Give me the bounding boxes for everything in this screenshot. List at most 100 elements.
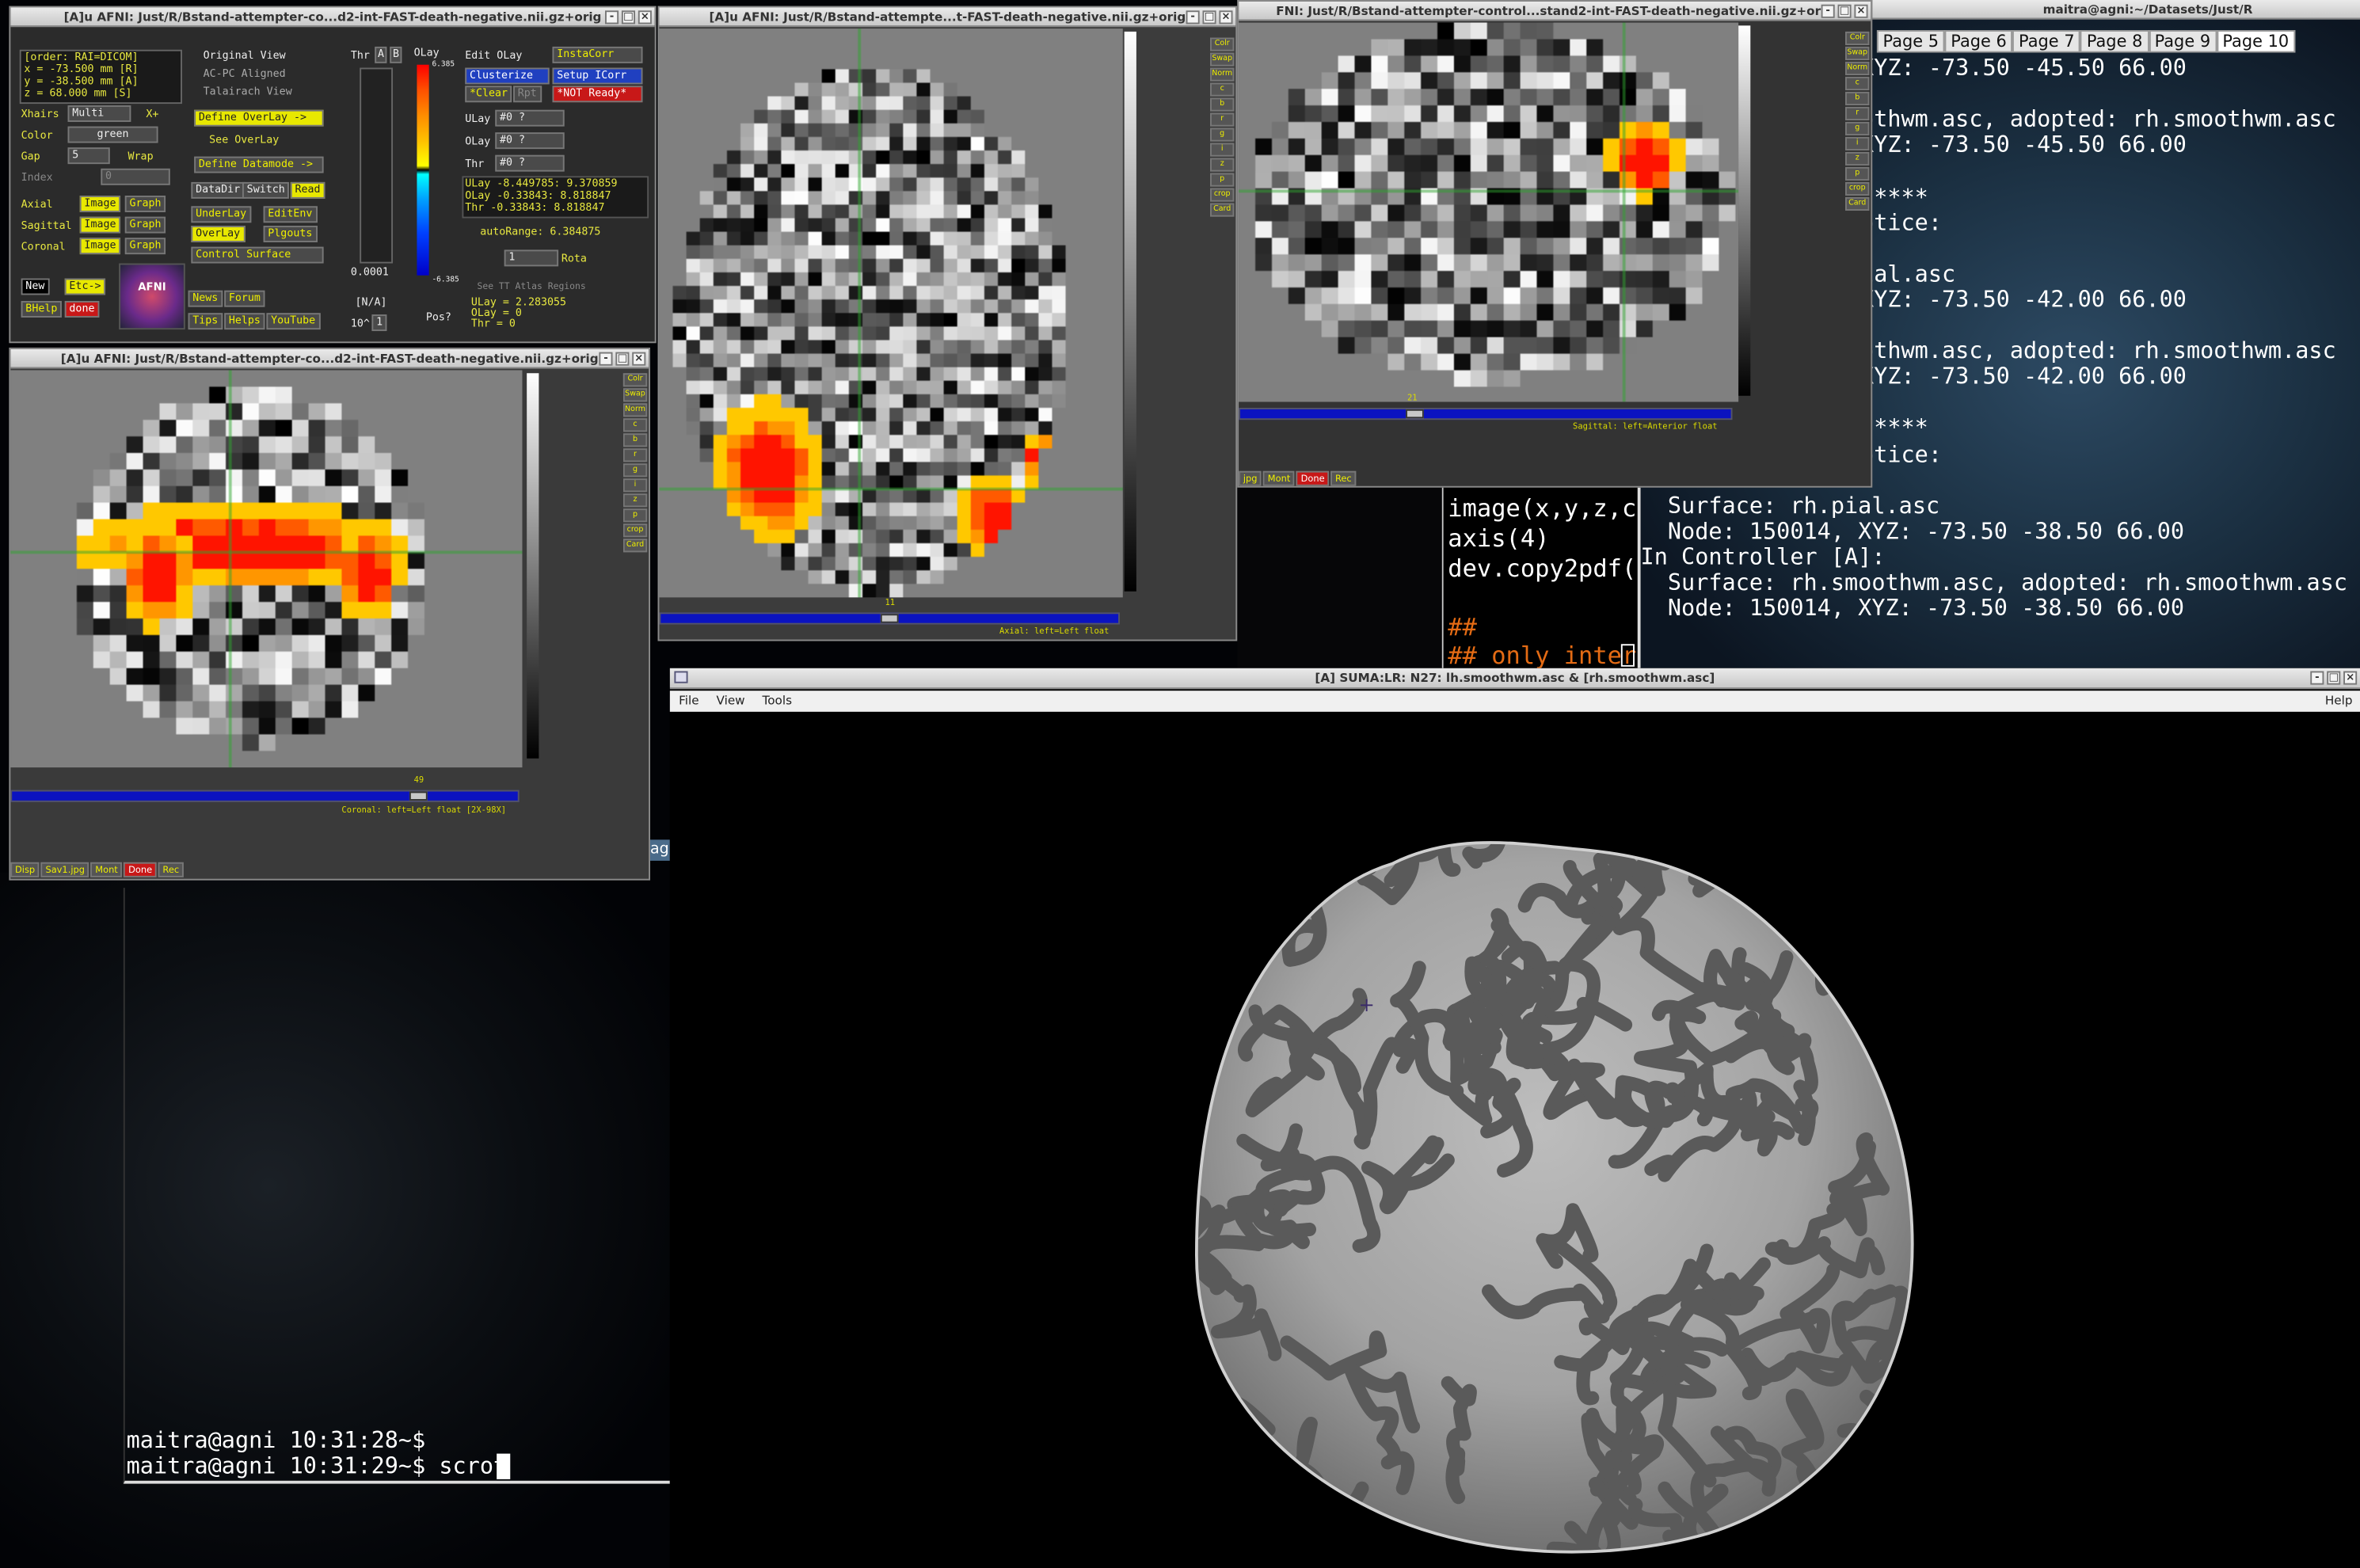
- xhairs-select[interactable]: Multi: [67, 105, 131, 122]
- view-original[interactable]: Original View: [204, 50, 286, 62]
- done-button[interactable]: done: [64, 301, 100, 318]
- youtube-button[interactable]: YouTube: [266, 313, 320, 330]
- pos-toggle[interactable]: Pos?: [426, 311, 451, 323]
- tab-page-5[interactable]: Page 5: [1876, 30, 1945, 53]
- ten-one-field[interactable]: 1: [504, 249, 559, 267]
- side-button[interactable]: Colr: [1845, 31, 1870, 46]
- montage-button[interactable]: Mont: [90, 862, 123, 877]
- menu-tools[interactable]: Tools: [763, 694, 792, 707]
- record-button[interactable]: Rec: [1330, 470, 1357, 486]
- save-jpg-button[interactable]: Sav1.jpg: [40, 862, 89, 877]
- xplus-toggle[interactable]: X+: [146, 108, 158, 120]
- side-button[interactable]: Norm: [1845, 61, 1870, 76]
- side-button[interactable]: Norm: [622, 403, 648, 417]
- forum-button[interactable]: Forum: [224, 290, 265, 307]
- side-button[interactable]: g: [622, 463, 648, 478]
- side-button[interactable]: p: [1210, 173, 1235, 187]
- overlay-colorbar[interactable]: [417, 64, 429, 276]
- side-button[interactable]: z: [1845, 151, 1870, 166]
- side-button[interactable]: p: [1845, 166, 1870, 181]
- maximize-icon[interactable]: □: [1837, 4, 1852, 18]
- brain-surface-render[interactable]: [670, 714, 2360, 1568]
- minimize-icon[interactable]: -: [605, 10, 619, 25]
- side-button[interactable]: Card: [1210, 203, 1235, 217]
- datadir-button[interactable]: DataDir: [191, 181, 245, 199]
- done-button[interactable]: Done: [1296, 470, 1330, 486]
- exp-select[interactable]: 1: [371, 314, 387, 332]
- side-button[interactable]: i: [1845, 136, 1870, 151]
- side-button[interactable]: i: [622, 478, 648, 493]
- minimize-icon[interactable]: -: [2310, 671, 2324, 685]
- define-datamode-button[interactable]: Define Datamode ->: [194, 156, 324, 173]
- ulay-sel[interactable]: #0 ?: [495, 109, 565, 127]
- coronal-slider-thumb[interactable]: [409, 791, 428, 801]
- gap-select[interactable]: 5: [67, 147, 110, 165]
- thr-b-button[interactable]: B: [390, 46, 402, 63]
- threshold-slider[interactable]: [360, 67, 394, 264]
- news-button[interactable]: News: [188, 290, 223, 307]
- tab-page-7[interactable]: Page 7: [2012, 30, 2081, 53]
- side-button[interactable]: i: [1210, 143, 1235, 157]
- axial-image-button[interactable]: Image: [79, 196, 121, 212]
- minimize-icon[interactable]: -: [599, 352, 613, 366]
- coronal-slice-slider[interactable]: [10, 790, 520, 802]
- menu-file[interactable]: File: [679, 694, 698, 707]
- index-field[interactable]: 0: [101, 168, 170, 185]
- edit-olay-label[interactable]: Edit OLay: [465, 50, 522, 62]
- side-button[interactable]: c: [1845, 76, 1870, 91]
- thr-sel[interactable]: #0 ?: [495, 154, 565, 172]
- side-button[interactable]: Swap: [1845, 46, 1870, 61]
- side-button[interactable]: r: [1210, 112, 1235, 127]
- instacorr-button[interactable]: InstaCorr: [552, 46, 643, 63]
- axial-slider-thumb[interactable]: [880, 614, 899, 623]
- clusterize-button[interactable]: Clusterize: [465, 67, 550, 85]
- helps-button[interactable]: Helps: [224, 313, 265, 330]
- color-select[interactable]: green: [67, 126, 158, 143]
- define-overlay-button[interactable]: Define OverLay ->: [194, 109, 324, 127]
- view-acpc[interactable]: AC-PC Aligned: [204, 68, 286, 80]
- side-button[interactable]: Norm: [1210, 67, 1235, 82]
- overlay-button[interactable]: OverLay: [191, 226, 245, 242]
- coronal-slice-image[interactable]: [10, 370, 523, 768]
- menu-help[interactable]: Help: [2325, 691, 2353, 712]
- etc-button[interactable]: Etc->: [64, 278, 106, 295]
- close-icon[interactable]: ×: [632, 352, 646, 366]
- minimize-icon[interactable]: -: [1821, 4, 1835, 18]
- side-button[interactable]: Colr: [622, 373, 648, 387]
- montage-button[interactable]: Mont: [1263, 470, 1296, 486]
- side-button[interactable]: g: [1845, 121, 1870, 136]
- plugouts-button[interactable]: Plgouts: [263, 226, 318, 242]
- disp-button[interactable]: Disp: [10, 862, 40, 877]
- maximize-icon[interactable]: □: [1202, 10, 1216, 25]
- new-button[interactable]: New: [21, 278, 50, 295]
- side-button[interactable]: z: [622, 493, 648, 508]
- coord-y[interactable]: y = -38.500 mm [A]: [24, 75, 138, 87]
- side-button[interactable]: Card: [622, 539, 648, 553]
- sagittal-slider-thumb[interactable]: [1406, 409, 1424, 419]
- olay-sel[interactable]: #0 ?: [495, 132, 565, 150]
- autorange-toggle[interactable]: autoRange: 6.384875: [480, 226, 600, 238]
- side-button[interactable]: Card: [1845, 196, 1870, 211]
- side-button[interactable]: r: [1845, 106, 1870, 121]
- wrap-toggle[interactable]: Wrap: [128, 150, 154, 162]
- side-button[interactable]: Swap: [1210, 52, 1235, 67]
- tips-button[interactable]: Tips: [188, 313, 223, 330]
- minimize-icon[interactable]: -: [1186, 10, 1200, 25]
- coronal-image-button[interactable]: Image: [79, 238, 121, 255]
- side-button[interactable]: b: [1210, 97, 1235, 112]
- maximize-icon[interactable]: □: [621, 10, 636, 25]
- done-button[interactable]: Done: [124, 862, 157, 877]
- side-button[interactable]: p: [622, 508, 648, 523]
- axial-graph-button[interactable]: Graph: [124, 196, 166, 212]
- tt-atlas-toggle[interactable]: See TT Atlas Regions: [477, 281, 585, 291]
- sagittal-graph-button[interactable]: Graph: [124, 216, 166, 234]
- side-button[interactable]: r: [622, 448, 648, 462]
- menu-view[interactable]: View: [717, 694, 745, 707]
- close-icon[interactable]: ×: [1219, 10, 1233, 25]
- tab-page-8[interactable]: Page 8: [2080, 30, 2149, 53]
- coord-x[interactable]: x = -73.500 mm [R]: [24, 63, 138, 75]
- side-button[interactable]: crop: [1210, 188, 1235, 202]
- tab-page-6[interactable]: Page 6: [1944, 30, 2013, 53]
- side-button[interactable]: b: [1845, 91, 1870, 106]
- side-button[interactable]: g: [1210, 127, 1235, 142]
